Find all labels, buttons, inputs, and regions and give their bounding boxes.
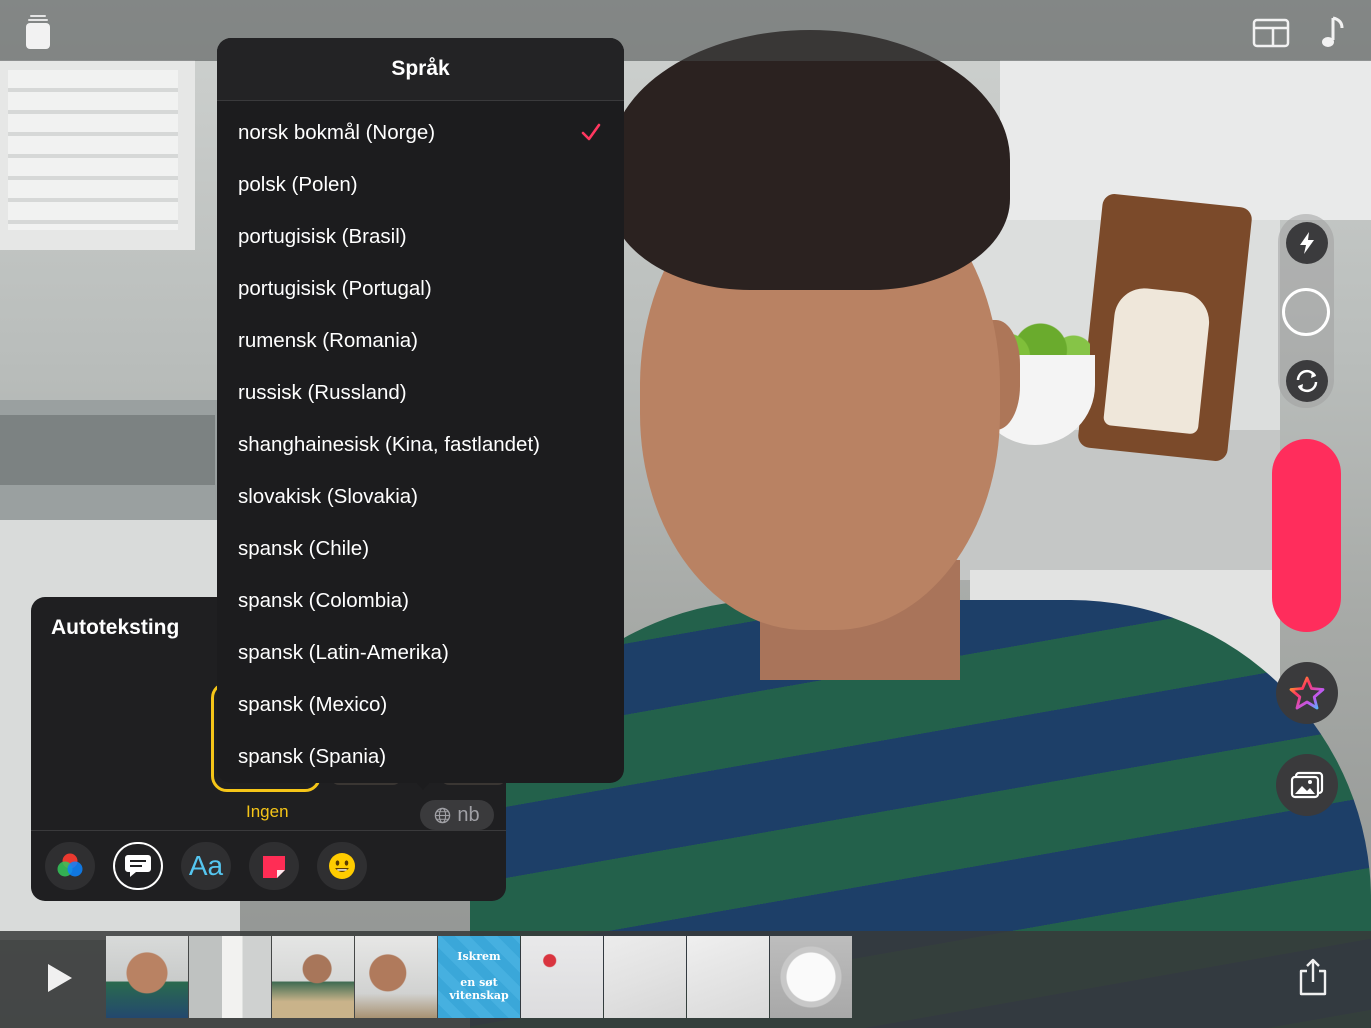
clip-thumbnail[interactable] — [355, 936, 437, 1018]
language-option[interactable]: spansk (Mexico) — [217, 679, 624, 731]
divider — [31, 830, 506, 831]
caption-panel-title: Autoteksting — [51, 616, 180, 639]
language-option[interactable]: rumensk (Romania) — [217, 315, 624, 367]
language-popover: Språk norsk bokmål (Norge) polsk (Polen) p… — [217, 38, 624, 783]
language-option-label: shanghainesisk (Kina, fastlandet) — [238, 433, 540, 456]
person-hair — [610, 30, 1010, 290]
background-shutters — [8, 70, 178, 230]
language-option-label: polsk (Polen) — [238, 173, 358, 196]
flip-camera-icon — [1296, 369, 1318, 393]
language-option[interactable]: slovakisk (Slovakia) — [217, 471, 624, 523]
language-option[interactable]: spansk (Latin-Amerika) — [217, 627, 624, 679]
clip-thumbnail[interactable] — [687, 936, 769, 1018]
music-note-icon[interactable] — [1320, 16, 1346, 50]
top-bar — [0, 0, 1371, 61]
title-card-text: en søt — [460, 976, 498, 989]
background-upper-cabinet-right — [1000, 60, 1371, 220]
language-option[interactable]: russisk (Russland) — [217, 367, 624, 419]
language-option-label: spansk (Chile) — [238, 537, 370, 560]
text-style-button[interactable]: Aa — [181, 842, 231, 890]
media-library-button[interactable] — [1276, 754, 1338, 816]
language-button[interactable]: nb — [420, 800, 494, 830]
popover-arrow — [414, 780, 432, 790]
text-style-icon: Aa — [188, 850, 224, 881]
title-card-text: vitenskap — [449, 989, 509, 1002]
background-cutting-board-white — [1102, 285, 1213, 435]
clip-timeline[interactable]: Iskrem en søt vitenskap — [106, 936, 852, 1018]
record-button[interactable] — [1272, 439, 1341, 632]
language-option[interactable]: spansk (Colombia) — [217, 575, 624, 627]
caption-style-label: Ingen — [246, 802, 289, 821]
projects-icon[interactable] — [24, 14, 52, 50]
clip-thumbnail[interactable] — [604, 936, 686, 1018]
language-option-label: portugisisk (Portugal) — [238, 277, 432, 300]
filters-button[interactable] — [45, 842, 95, 890]
share-icon[interactable] — [1296, 957, 1330, 997]
language-option-label: spansk (Colombia) — [238, 589, 409, 612]
layout-icon[interactable] — [1252, 18, 1290, 48]
clip-thumbnail[interactable] — [189, 936, 271, 1018]
sticker-icon — [263, 856, 285, 878]
language-option[interactable]: portugisisk (Portugal) — [217, 263, 624, 315]
language-option[interactable]: spansk (Chile) — [217, 523, 624, 575]
emoji-icon — [329, 853, 355, 879]
star-effects-icon — [1289, 676, 1325, 710]
language-option[interactable]: polsk (Polen) — [217, 159, 624, 211]
flash-icon — [1300, 232, 1314, 254]
checkmark-icon — [581, 123, 601, 141]
effects-toolbar: Aa — [45, 842, 367, 890]
clip-thumbnail[interactable] — [521, 936, 603, 1018]
language-option[interactable]: spansk (Spania) — [217, 731, 624, 783]
language-code: nb — [457, 803, 480, 826]
language-option-label: rumensk (Romania) — [238, 329, 418, 352]
shutter-ring[interactable] — [1282, 288, 1330, 336]
language-option-label: slovakisk (Slovakia) — [238, 485, 418, 508]
language-option-label: russisk (Russland) — [238, 381, 407, 404]
popover-title: Språk — [217, 38, 624, 101]
language-option-label: spansk (Mexico) — [238, 693, 388, 716]
globe-icon — [435, 807, 451, 823]
clip-thumbnail[interactable] — [272, 936, 354, 1018]
language-option-label: spansk (Spania) — [238, 745, 387, 768]
timeline-bar: Iskrem en søt vitenskap — [0, 931, 1371, 1028]
captions-icon — [125, 855, 151, 877]
language-option-label: norsk bokmål (Norge) — [238, 121, 436, 144]
stickers-button[interactable] — [249, 842, 299, 890]
captions-button[interactable] — [113, 842, 163, 890]
effects-button[interactable] — [1276, 662, 1338, 724]
flash-button[interactable] — [1286, 222, 1328, 264]
language-option[interactable]: shanghainesisk (Kina, fastlandet) — [217, 419, 624, 471]
language-option[interactable]: norsk bokmål (Norge) — [217, 107, 624, 159]
flip-camera-button[interactable] — [1286, 360, 1328, 402]
emoji-button[interactable] — [317, 842, 367, 890]
language-option[interactable]: portugisisk (Brasil) — [217, 211, 624, 263]
language-list: norsk bokmål (Norge) polsk (Polen) portugi… — [217, 107, 624, 783]
language-option-label: spansk (Latin-Amerika) — [238, 641, 449, 664]
color-filters-icon — [57, 853, 83, 877]
title-card-text: Iskrem — [457, 950, 501, 963]
background-sink — [0, 415, 215, 485]
play-icon[interactable] — [44, 962, 74, 994]
photo-library-icon — [1290, 771, 1324, 799]
clip-thumbnail[interactable] — [106, 936, 188, 1018]
clip-thumbnail[interactable] — [770, 936, 852, 1018]
clip-thumbnail[interactable]: Iskrem en søt vitenskap — [438, 936, 520, 1018]
language-option-label: portugisisk (Brasil) — [238, 225, 407, 248]
